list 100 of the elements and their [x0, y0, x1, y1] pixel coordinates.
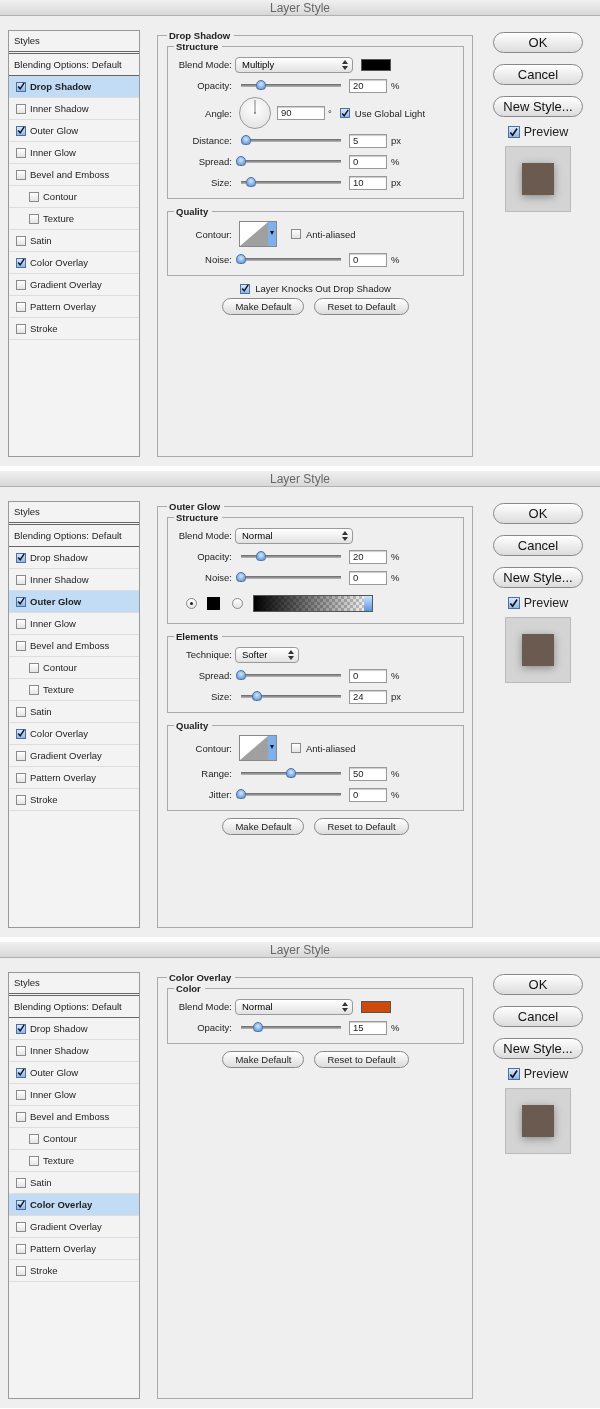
dialog-button[interactable]: New Style...: [493, 1038, 583, 1059]
value-field[interactable]: 0: [349, 570, 387, 585]
contour-picker[interactable]: [239, 735, 277, 761]
checkbox[interactable]: [16, 1067, 26, 1078]
checkbox[interactable]: [16, 772, 26, 783]
value-field[interactable]: 20: [349, 549, 387, 564]
panel-button[interactable]: Make Default: [222, 818, 305, 835]
checkbox[interactable]: [16, 728, 26, 739]
value-field[interactable]: 20: [349, 78, 387, 93]
style-list-item[interactable]: Gradient Overlay: [9, 274, 139, 296]
value-field[interactable]: 0: [349, 154, 387, 169]
list-item[interactable]: Blending Options: Default: [9, 996, 139, 1018]
dropdown[interactable]: Multiply: [235, 56, 353, 73]
slider-thumb[interactable]: [246, 177, 256, 187]
checkbox[interactable]: [16, 618, 26, 629]
list-header[interactable]: Styles: [9, 502, 139, 525]
radio-button[interactable]: [232, 597, 243, 609]
style-list-item[interactable]: Inner Glow: [9, 1084, 139, 1106]
list-item[interactable]: Blending Options: Default: [9, 525, 139, 547]
slider-thumb[interactable]: [256, 551, 266, 561]
style-list-item[interactable]: Texture: [9, 208, 139, 230]
checkbox[interactable]: [240, 283, 251, 294]
style-list-item[interactable]: Color Overlay: [9, 252, 139, 274]
style-list-item[interactable]: Inner Shadow: [9, 98, 139, 120]
checkbox[interactable]: [16, 1265, 26, 1276]
style-list-item[interactable]: Gradient Overlay: [9, 745, 139, 767]
style-list-item[interactable]: Bevel and Emboss: [9, 164, 139, 186]
value-field[interactable]: 24: [349, 689, 387, 704]
list-header[interactable]: Styles: [9, 973, 139, 996]
value-field[interactable]: 15: [349, 1020, 387, 1035]
slider-thumb[interactable]: [252, 691, 262, 701]
checkbox[interactable]: [16, 1243, 26, 1254]
checkbox[interactable]: [29, 1155, 39, 1166]
checkbox[interactable]: [507, 1068, 520, 1080]
style-list-item[interactable]: Pattern Overlay: [9, 296, 139, 318]
style-list-item[interactable]: Bevel and Emboss: [9, 1106, 139, 1128]
checkbox[interactable]: [29, 662, 39, 673]
style-list-item[interactable]: Stroke: [9, 1260, 139, 1282]
angle-dial[interactable]: [239, 97, 271, 129]
checkbox[interactable]: [16, 125, 26, 136]
checkbox[interactable]: [339, 108, 350, 118]
dialog-button[interactable]: Cancel: [493, 1006, 583, 1027]
checkbox[interactable]: [16, 1089, 26, 1100]
radio-button[interactable]: [186, 597, 197, 609]
style-list-item[interactable]: Pattern Overlay: [9, 1238, 139, 1260]
checkbox[interactable]: [507, 597, 520, 609]
style-list-item[interactable]: Drop Shadow: [9, 76, 139, 98]
panel-button[interactable]: Reset to Default: [314, 1051, 409, 1068]
slider-thumb[interactable]: [236, 670, 246, 680]
checkbox[interactable]: [16, 640, 26, 651]
style-list-item[interactable]: Color Overlay: [9, 723, 139, 745]
style-list-item[interactable]: Contour: [9, 186, 139, 208]
slider-thumb[interactable]: [236, 156, 246, 166]
panel-button[interactable]: Make Default: [222, 1051, 305, 1068]
value-field[interactable]: 90: [277, 106, 325, 120]
style-list-item[interactable]: Drop Shadow: [9, 1018, 139, 1040]
slider-thumb[interactable]: [236, 254, 246, 264]
checkbox[interactable]: [291, 229, 301, 239]
color-swatch[interactable]: [361, 58, 391, 71]
style-list-item[interactable]: Inner Glow: [9, 142, 139, 164]
style-list-item[interactable]: Stroke: [9, 789, 139, 811]
checkbox[interactable]: [16, 257, 26, 268]
checkbox[interactable]: [291, 743, 301, 753]
style-list-item[interactable]: Drop Shadow: [9, 547, 139, 569]
checkbox[interactable]: [16, 552, 26, 563]
slider-thumb[interactable]: [286, 768, 296, 778]
checkbox[interactable]: [29, 191, 39, 202]
color-swatch[interactable]: [207, 596, 220, 610]
checkbox[interactable]: [16, 596, 26, 607]
dialog-button[interactable]: OK: [493, 32, 583, 53]
checkbox[interactable]: [16, 81, 26, 92]
checkbox[interactable]: [16, 1111, 26, 1122]
dropdown[interactable]: Normal: [235, 527, 353, 544]
dialog-button[interactable]: Cancel: [493, 64, 583, 85]
checkbox[interactable]: [29, 684, 39, 695]
value-field[interactable]: 0: [349, 668, 387, 683]
checkbox[interactable]: [16, 235, 26, 246]
style-list-item[interactable]: Texture: [9, 679, 139, 701]
slider-thumb[interactable]: [241, 135, 251, 145]
checkbox[interactable]: [16, 103, 26, 114]
checkbox[interactable]: [16, 794, 26, 805]
slider-thumb[interactable]: [256, 80, 266, 90]
checkbox[interactable]: [16, 1199, 26, 1210]
style-list-item[interactable]: Contour: [9, 657, 139, 679]
contour-picker[interactable]: [239, 221, 277, 247]
checkbox[interactable]: [16, 1221, 26, 1232]
checkbox[interactable]: [16, 706, 26, 717]
style-list-item[interactable]: Gradient Overlay: [9, 1216, 139, 1238]
style-list-item[interactable]: Pattern Overlay: [9, 767, 139, 789]
value-field[interactable]: 50: [349, 766, 387, 781]
dropdown[interactable]: Softer: [235, 646, 299, 663]
style-list-item[interactable]: Inner Glow: [9, 613, 139, 635]
style-list-item[interactable]: Satin: [9, 701, 139, 723]
value-field[interactable]: 0: [349, 787, 387, 802]
color-swatch[interactable]: [361, 1000, 391, 1013]
style-list-item[interactable]: Color Overlay: [9, 1194, 139, 1216]
panel-button[interactable]: Reset to Default: [314, 298, 409, 315]
panel-button[interactable]: Reset to Default: [314, 818, 409, 835]
style-list-item[interactable]: Bevel and Emboss: [9, 635, 139, 657]
style-list-item[interactable]: Inner Shadow: [9, 1040, 139, 1062]
